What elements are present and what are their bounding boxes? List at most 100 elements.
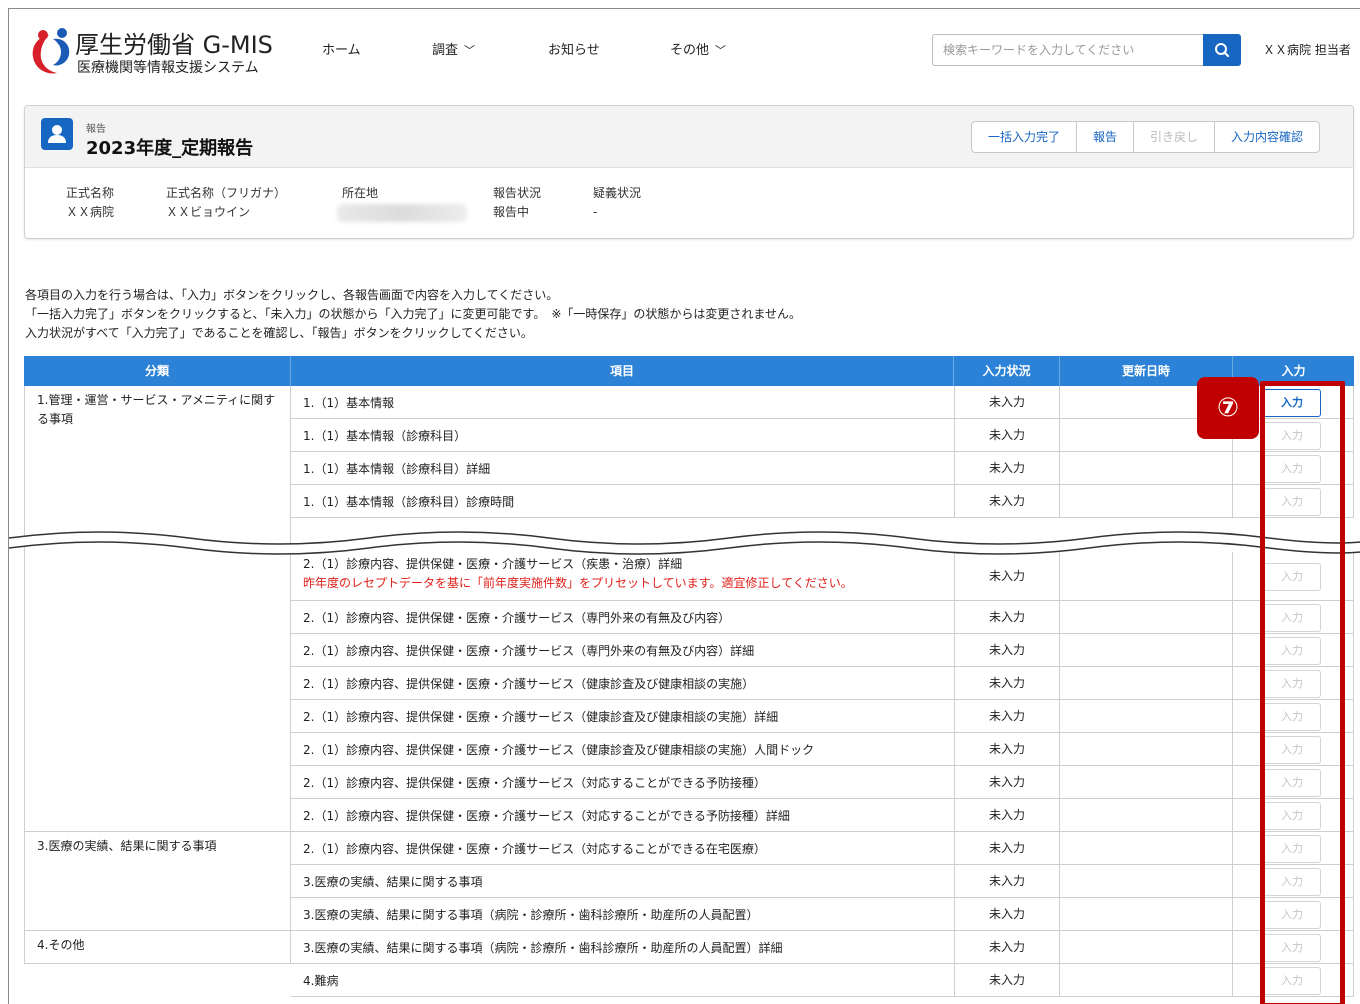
row-updated [1060, 700, 1233, 732]
search-button[interactable] [1203, 34, 1241, 66]
report-action-group: 一括入力完了 報告 引き戻し 入力内容確認 [971, 121, 1321, 153]
table-row: 1.（1）基本情報 未入力 入力 [291, 386, 1354, 419]
report-title: 2023年度_定期報告 [86, 138, 254, 159]
row-item-label: 3.医療の実績、結果に関する事項（病院・診療所・歯科診療所・助産所の人員配置） [303, 908, 759, 922]
withdraw-button[interactable]: 引き戻し [1134, 122, 1216, 152]
chevron-down-icon: ﹀ [715, 44, 727, 57]
row-status: 未入力 [954, 386, 1060, 418]
nav-home-label: ホーム [322, 43, 361, 58]
report-status-value: 報告中 [493, 205, 530, 219]
table-row: 3.医療の実績、結果に関する事項 未入力 入力 [291, 865, 1354, 898]
chevron-down-icon: ﹀ [464, 44, 476, 57]
header-item: 項目 [291, 356, 954, 386]
table-row: 2.（1）診療内容、提供保健・医療・介護サービス（専門外来の有無及び内容） 未入力… [291, 601, 1354, 634]
row-status: 未入力 [954, 667, 1060, 699]
row-status: 未入力 [954, 419, 1060, 451]
table-row: 2.（1）診療内容、提供保健・医療・介護サービス（専門外来の有無及び内容）詳細 未… [291, 634, 1354, 667]
location-field: 所在地 [342, 184, 378, 203]
kana-name-field: 正式名称（フリガナ） ＸＸビョウイン [166, 184, 286, 222]
row-status: 未入力 [954, 634, 1060, 666]
kana-name-value: ＸＸビョウイン [166, 205, 251, 219]
nav-survey-label: 調査 [432, 43, 459, 58]
row-updated [1060, 634, 1233, 666]
row-status: 未入力 [954, 700, 1060, 732]
row-status: 未入力 [954, 931, 1060, 963]
app-header: 厚生労働省 G-MIS 医療機関等情報支援システム ホーム 調査 ﹀ お知らせ そ… [9, 9, 1360, 93]
page-frame: 厚生労働省 G-MIS 医療機関等情報支援システム ホーム 調査 ﹀ お知らせ そ… [8, 8, 1360, 1004]
nav-other-label: その他 [670, 43, 710, 58]
row-status: 未入力 [954, 452, 1060, 484]
row-updated [1060, 832, 1233, 864]
row-preset-note: 昨年度のレセプトデータを基に「前年度実施件数」をプリセットしています。適宜修正し… [303, 576, 853, 590]
row-item-label: 1.（1）基本情報（診療科目）詳細 [303, 462, 491, 476]
table-row: 1.（1）基本情報（診療科目）診療時間 未入力 入力 [291, 485, 1354, 518]
row-updated [1060, 667, 1233, 699]
report-card: 報告 2023年度_定期報告 一括入力完了 報告 引き戻し 入力内容確認 正式名… [24, 105, 1354, 239]
table-row: 1.（1）基本情報（診療科目） 未入力 入力 [291, 419, 1354, 452]
row-status: 未入力 [954, 485, 1060, 517]
row-status: 未入力 [954, 601, 1060, 633]
confirm-input-button[interactable]: 入力内容確認 [1215, 122, 1319, 152]
nav-notice[interactable]: お知らせ [548, 39, 600, 58]
instruction-line: 「一括入力完了」ボタンをクリックすると、「未入力」の状態から「入力完了」に変更可… [25, 307, 802, 321]
table-row: 3.医療の実績、結果に関する事項（病院・診療所・歯科診療所・助産所の人員配置）詳… [291, 931, 1354, 964]
step-badge: ⑦ [1197, 377, 1259, 439]
row-updated [1060, 766, 1233, 798]
report-sub-label: 報告 [86, 124, 106, 135]
nav-survey[interactable]: 調査 ﹀ [432, 39, 475, 58]
bulk-complete-button[interactable]: 一括入力完了 [972, 122, 1078, 152]
category-cell: 4.その他 [24, 931, 291, 964]
table-row: 2.（1）診療内容、提供保健・医療・介護サービス（健康診査及び健康相談の実施）詳… [291, 700, 1354, 733]
table-break-wave [9, 531, 1360, 555]
row-updated [1060, 733, 1233, 765]
app-logo[interactable]: 厚生労働省 G-MIS 医療機関等情報支援システム [29, 25, 289, 81]
report-button[interactable]: 報告 [1077, 122, 1135, 152]
row-item-label: 1.（1）基本情報（診療科目）診療時間 [303, 495, 515, 509]
row-item-label: 3.医療の実績、結果に関する事項（病院・診療所・歯科診療所・助産所の人員配置）詳… [303, 941, 783, 955]
row-item-label: 2.（1）診療内容、提供保健・医療・介護サービス（専門外来の有無及び内容）詳細 [303, 644, 755, 658]
report-status-label: 報告状況 [493, 186, 542, 200]
row-status: 未入力 [954, 964, 1060, 996]
search-icon [1215, 43, 1230, 58]
person-icon [41, 118, 73, 150]
table-row: 1.（1）基本情報（診療科目）詳細 未入力 入力 [291, 452, 1354, 485]
official-name-value: ＸＸ病院 [66, 205, 115, 219]
nav-notice-label: お知らせ [548, 43, 600, 58]
row-status: 未入力 [954, 799, 1060, 831]
query-status-label: 疑義状況 [593, 186, 642, 200]
category-cell: 3.医療の実績、結果に関する事項 [24, 832, 291, 931]
row-item-label: 2.（1）診療内容、提供保健・医療・介護サービス（健康診査及び健康相談の実施）詳… [303, 710, 779, 724]
table-row: 4.難病 未入力 入力 [291, 964, 1354, 997]
row-item-label: 1.（1）基本情報 [303, 396, 395, 410]
report-card-header: 報告 2023年度_定期報告 一括入力完了 報告 引き戻し 入力内容確認 [25, 106, 1353, 168]
official-name-field: 正式名称 ＸＸ病院 [66, 184, 114, 222]
row-status: 未入力 [954, 865, 1060, 897]
location-label: 所在地 [342, 186, 379, 200]
row-item-label: 2.（1）診療内容、提供保健・医療・介護サービス（専門外来の有無及び内容） [303, 611, 731, 625]
nav-other[interactable]: その他 ﹀ [670, 39, 726, 58]
table-row: 2.（1）診療内容、提供保健・医療・介護サービス（対応することができる予防接種）… [291, 766, 1354, 799]
query-status-field: 疑義状況 - [593, 184, 641, 222]
logo-title: 厚生労働省 G-MIS [75, 31, 273, 59]
row-item-label: 2.（1）診療内容、提供保健・医療・介護サービス（対応することができる予防接種） [303, 776, 766, 790]
search-input[interactable]: 検索キーワードを入力してください [932, 34, 1204, 66]
header-status: 入力状況 [954, 356, 1060, 386]
input-column-highlight [1260, 381, 1345, 1004]
row-status: 未入力 [954, 733, 1060, 765]
row-updated [1060, 865, 1233, 897]
table-row: 2.（1）診療内容、提供保健・医療・介護サービス（健康診査及び健康相談の実施）人… [291, 733, 1354, 766]
row-status: 未入力 [954, 898, 1060, 930]
mhlw-logo-icon [32, 28, 70, 74]
nav-home[interactable]: ホーム [322, 39, 361, 58]
row-updated [1060, 799, 1233, 831]
user-name[interactable]: ＸＸ病院 担当者 [1263, 41, 1351, 58]
category-cell: 1.管理・運営・サービス・アメニティに関する事項 [24, 386, 291, 832]
report-status-field: 報告状況 報告中 [493, 184, 541, 222]
row-updated [1060, 964, 1233, 996]
official-name-label: 正式名称 [66, 186, 115, 200]
table-row: 2.（1）診療内容、提供保健・医療・介護サービス（健康診査及び健康相談の実施） 未… [291, 667, 1354, 700]
table-header: 分類 項目 入力状況 更新日時 入力 [24, 356, 1354, 386]
row-updated [1060, 485, 1233, 517]
row-item-label: 2.（1）診療内容、提供保健・医療・介護サービス（健康診査及び健康相談の実施） [303, 677, 755, 691]
instruction-line: 入力状況がすべて「入力完了」であることを確認し、「報告」ボタンをクリックしてくだ… [25, 326, 533, 340]
